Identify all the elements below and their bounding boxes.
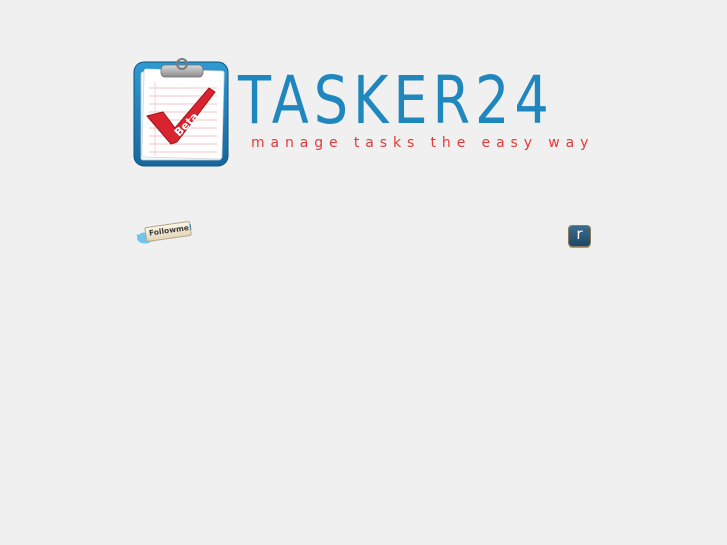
tasker24-logo-link[interactable]: Beta TASKER24 manage tasks the easy way bbox=[133, 58, 588, 170]
follow-me-label: Followme! bbox=[148, 222, 193, 238]
brand-tagline: manage tasks the easy way bbox=[251, 135, 595, 151]
brand-wordmark: TASKER24 bbox=[238, 62, 554, 139]
follow-me-twitter-button[interactable]: Followme! bbox=[136, 220, 194, 246]
r-badge-button[interactable]: r bbox=[569, 225, 590, 246]
r-badge-letter: r bbox=[576, 225, 583, 243]
page: Beta TASKER24 manage tasks the easy way … bbox=[0, 0, 727, 545]
clipboard-check-icon: Beta bbox=[133, 58, 229, 167]
follow-me-tag: Followme! bbox=[144, 220, 193, 243]
